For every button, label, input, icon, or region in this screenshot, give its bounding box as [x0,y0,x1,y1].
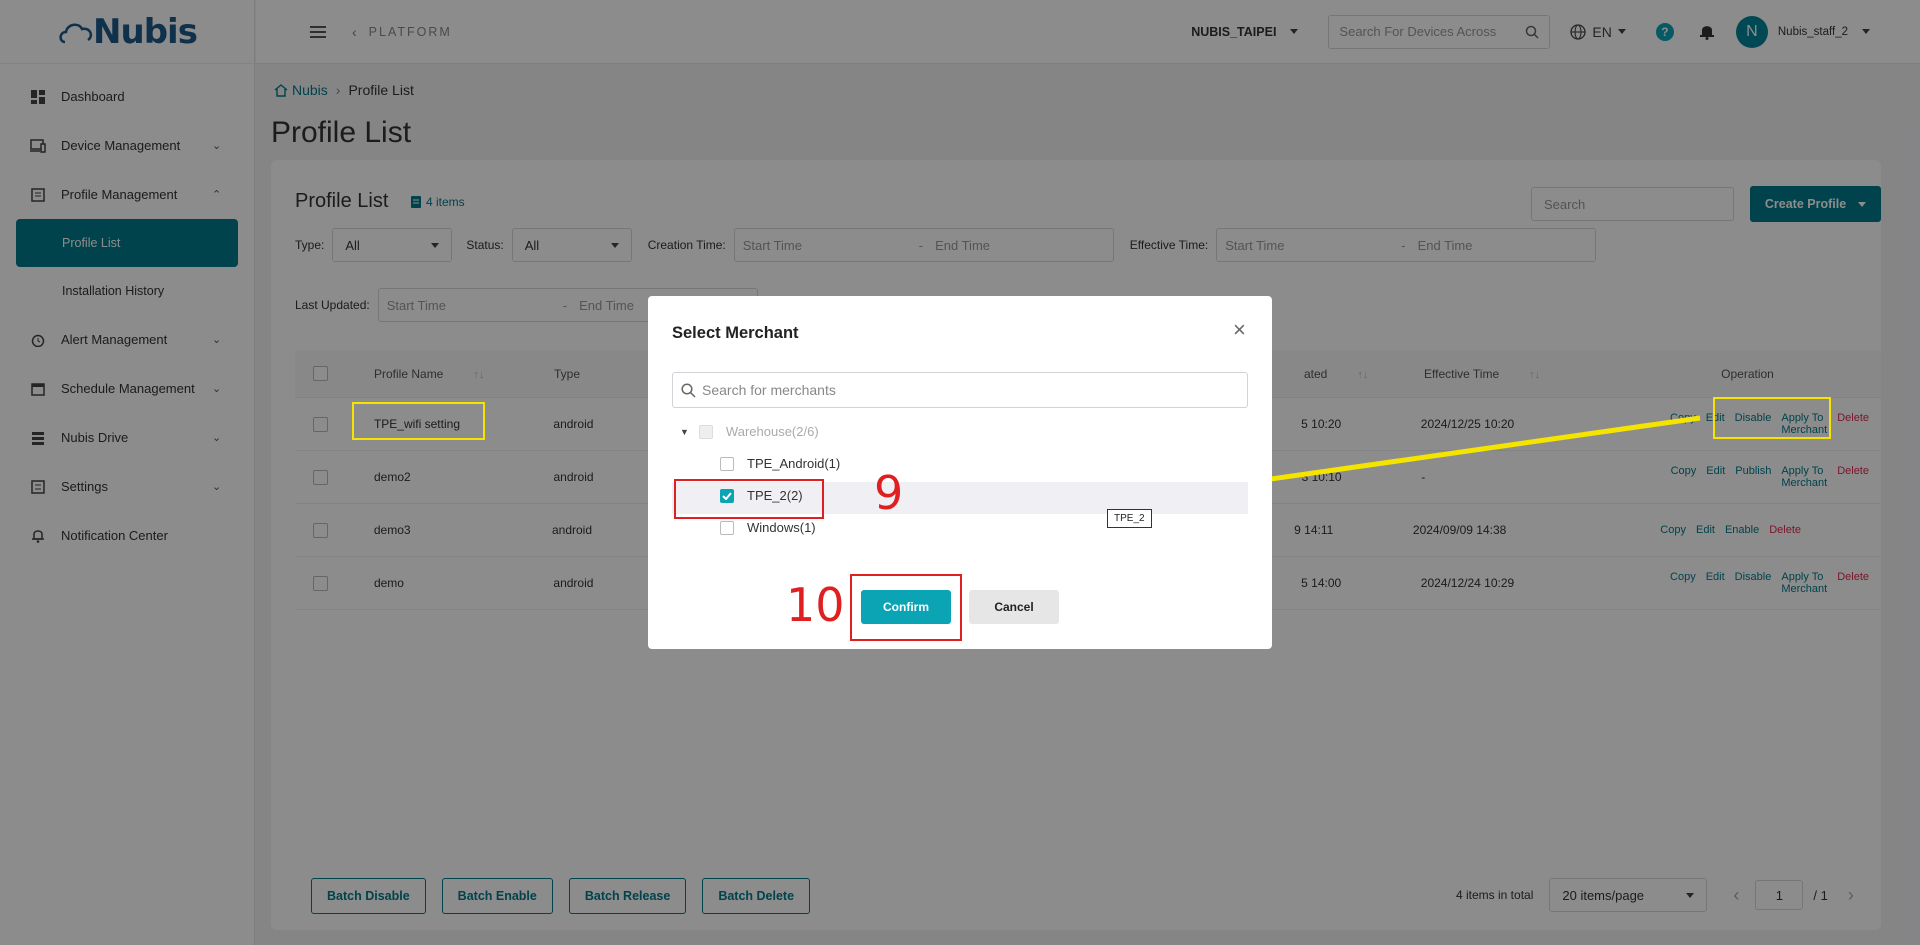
merchant-search-placeholder: Search for merchants [702,382,836,398]
tree-checkbox-root [698,424,713,439]
step-9-label: 9 [874,466,904,520]
tree-node-label: Windows(1) [747,520,816,535]
tree-node-label: Warehouse(2/6) [725,424,819,439]
highlight-confirm [850,574,962,641]
tree-node[interactable]: TPE_Android(1) [720,456,840,471]
highlight-tpe2 [674,479,824,519]
cancel-button[interactable]: Cancel [969,590,1059,624]
search-icon [681,382,696,398]
tree-checkbox[interactable] [720,456,734,471]
caret-expanded-icon[interactable]: ▼ [680,427,689,437]
tree-checkbox[interactable] [720,520,734,535]
close-icon[interactable]: × [1233,319,1246,341]
tooltip: TPE_2 [1107,509,1152,528]
tree-node-root: ▼ Warehouse(2/6) [680,424,819,439]
tree-node[interactable]: Windows(1) [720,520,816,535]
merchant-search-input[interactable]: Search for merchants [672,372,1248,408]
tree-node-label: TPE_Android(1) [747,456,841,471]
modal-title: Select Merchant [672,324,799,342]
step-10-label: 10 [786,578,845,632]
select-merchant-modal: Select Merchant × Search for merchants ▼… [648,296,1272,649]
